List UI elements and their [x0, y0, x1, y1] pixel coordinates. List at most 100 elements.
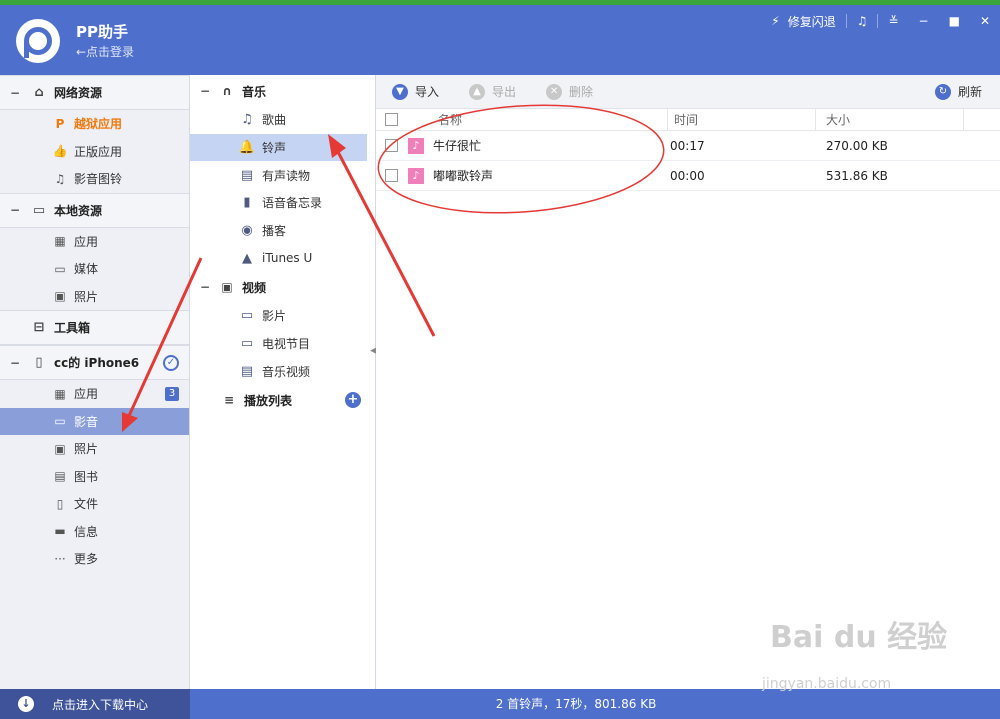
media-item-ringtones[interactable]: 🔔 铃声	[190, 133, 367, 162]
ringtone-size: 531.86 KB	[826, 168, 888, 183]
sidebar: − ⌂ 网络资源 P 越狱应用 👍 正版应用 ♫ 影音图铃 − ▭ 本地资源 ▦…	[0, 75, 190, 689]
media-item-label: 有声读物	[262, 168, 311, 183]
row-checkbox-cell	[376, 139, 406, 152]
media-group-playlist[interactable]: ≡ 播放列表 +	[190, 385, 375, 415]
title-bar: PP助手 ←点击登录 ⚡ 修复闪退 ♫ ≚ − ■ ✕	[0, 5, 1000, 75]
sidebar-item-label: 越狱应用	[74, 117, 123, 132]
headphones-icon: ∩	[222, 84, 232, 98]
lightning-icon: ⚡	[771, 14, 780, 28]
ringtone-name: 嘟嘟歌铃声	[433, 169, 494, 183]
grid-icon: ▦	[54, 234, 66, 249]
table-row[interactable]: ♪ 嘟嘟歌铃声 00:00 531.86 KB	[376, 161, 1000, 191]
pp-icon: P	[55, 116, 65, 131]
sidebar-item-label: 照片	[74, 442, 99, 457]
minimize-icon: −	[918, 14, 929, 28]
row-checkbox-cell	[376, 169, 406, 182]
media-item-audiobooks[interactable]: ▤ 有声读物	[190, 161, 375, 189]
more-icon: ···	[54, 551, 66, 566]
import-button[interactable]: ▼ 导入	[392, 83, 439, 100]
ringtone-name-cell: ♪ 牛仔很忙	[406, 137, 668, 154]
sidebar-item-jailbreak-apps[interactable]: P 越狱应用	[0, 110, 189, 138]
menu-dropdown-icon: ≚	[888, 14, 899, 28]
login-link[interactable]: ←点击登录	[76, 43, 134, 60]
media-item-voice-memos[interactable]: ▮ 语音备忘录	[190, 189, 375, 217]
column-header-name[interactable]: 名称	[406, 108, 668, 131]
connected-check-icon: ✓	[163, 355, 179, 371]
media-item-music-videos[interactable]: ▤ 音乐视频	[190, 358, 375, 386]
media-item-itunes-u[interactable]: ▲ iTunes U	[190, 244, 375, 272]
sidebar-group-network[interactable]: − ⌂ 网络资源	[0, 75, 189, 110]
sidebar-item-device-media[interactable]: ▭ 影音	[0, 407, 189, 435]
add-playlist-button[interactable]: +	[345, 392, 361, 409]
sidebar-item-label: 文件	[74, 497, 99, 512]
bell-icon: 🔔	[238, 140, 256, 156]
maximize-button[interactable]: ■	[939, 5, 970, 37]
column-header-size[interactable]: 大小	[816, 108, 964, 131]
sidebar-group-toolbox[interactable]: ⊟ 工具箱	[0, 310, 189, 345]
ringtone-duration: 00:17	[670, 138, 705, 153]
sidebar-item-device-books[interactable]: ▤ 图书	[0, 463, 189, 491]
ringtone-name-cell: ♪ 嘟嘟歌铃声	[406, 167, 668, 184]
microphone-icon: ▮	[243, 195, 251, 211]
media-item-songs[interactable]: ♫ 歌曲	[190, 106, 375, 134]
download-center-label: 点击进入下载中心	[52, 697, 149, 712]
export-button[interactable]: ▲ 导出	[469, 83, 516, 100]
media-item-label: 电视节目	[262, 337, 311, 352]
delete-button[interactable]: ✕ 删除	[546, 83, 593, 100]
minimize-button[interactable]: −	[909, 5, 939, 37]
menu-button[interactable]: ≚	[878, 5, 908, 37]
sidebar-item-device-messages[interactable]: ▬ 信息	[0, 518, 189, 546]
baidu-watermark-logo: Bai du 经验	[770, 620, 948, 655]
table-header: 名称 时间 大小	[376, 108, 1000, 131]
sidebar-group-local[interactable]: − ▭ 本地资源	[0, 192, 189, 228]
repair-crash-button[interactable]: ⚡ 修复闪退	[761, 5, 845, 37]
sidebar-item-media-ringtones[interactable]: ♫ 影音图铃	[0, 165, 189, 193]
window-controls: ⚡ 修复闪退 ♫ ≚ − ■ ✕	[761, 5, 1000, 37]
sidebar-item-label: 应用	[74, 234, 99, 249]
column-header-time[interactable]: 时间	[668, 108, 816, 131]
media-group-video[interactable]: − ▣ 视频	[190, 272, 375, 302]
maximize-icon: ■	[948, 14, 960, 28]
sidebar-item-local-photos[interactable]: ▣ 照片	[0, 283, 189, 311]
ringtone-name: 牛仔很忙	[433, 139, 482, 153]
audiobook-icon: ▤	[240, 167, 254, 183]
collapse-icon: −	[10, 85, 21, 100]
sidebar-item-label: 影音图铃	[74, 172, 123, 187]
ringtone-size: 270.00 KB	[826, 138, 888, 153]
sidebar-item-device-apps[interactable]: ▦ 应用 3	[0, 380, 189, 408]
book-icon: ▤	[54, 469, 66, 484]
ringtone-duration: 00:00	[670, 168, 705, 183]
video-icon: ▭	[54, 261, 66, 276]
media-group-music[interactable]: − ∩ 音乐	[190, 76, 375, 106]
refresh-button[interactable]: ↻ 刷新	[934, 83, 982, 100]
media-group-label: 视频	[242, 280, 267, 295]
toolbar: ▼ 导入 ▲ 导出 ✕ 删除 ↻ 刷新	[376, 75, 1000, 109]
podcast-icon: ◉	[241, 223, 253, 239]
sidebar-item-device-photos[interactable]: ▣ 照片	[0, 435, 189, 463]
sidebar-item-local-apps[interactable]: ▦ 应用	[0, 228, 189, 256]
sidebar-group-label: 网络资源	[54, 86, 103, 100]
download-center-button[interactable]: ↓ 点击进入下载中心	[0, 689, 190, 719]
sidebar-item-local-media[interactable]: ▭ 媒体	[0, 255, 189, 283]
music-video-icon: ▤	[240, 363, 254, 379]
media-item-label: 音乐视频	[262, 364, 311, 379]
media-item-movies[interactable]: ▭ 影片	[190, 302, 375, 330]
music-button[interactable]: ♫	[847, 5, 878, 37]
music-note-icon: ♫	[241, 112, 253, 128]
row-checkbox[interactable]	[384, 169, 398, 182]
grid-icon: ▦	[54, 386, 66, 401]
sidebar-group-device[interactable]: − ▯ cc的 iPhone6 ✓	[0, 345, 189, 380]
video-icon: ▭	[54, 414, 66, 429]
media-item-podcasts[interactable]: ◉ 播客	[190, 217, 375, 245]
sidebar-item-device-files[interactable]: ▯ 文件	[0, 490, 189, 518]
select-all-checkbox[interactable]	[384, 113, 398, 126]
sidebar-item-label: 图书	[74, 469, 99, 484]
sidebar-item-device-more[interactable]: ··· 更多	[0, 545, 189, 573]
close-button[interactable]: ✕	[970, 5, 1000, 37]
row-checkbox[interactable]	[384, 139, 398, 152]
repair-crash-label: 修复闪退	[787, 14, 836, 29]
table-row[interactable]: ♪ 牛仔很忙 00:17 270.00 KB	[376, 131, 1000, 161]
pp-logo-icon[interactable]	[16, 19, 60, 63]
media-item-tv-shows[interactable]: ▭ 电视节目	[190, 330, 375, 358]
sidebar-item-official-apps[interactable]: 👍 正版应用	[0, 138, 189, 166]
